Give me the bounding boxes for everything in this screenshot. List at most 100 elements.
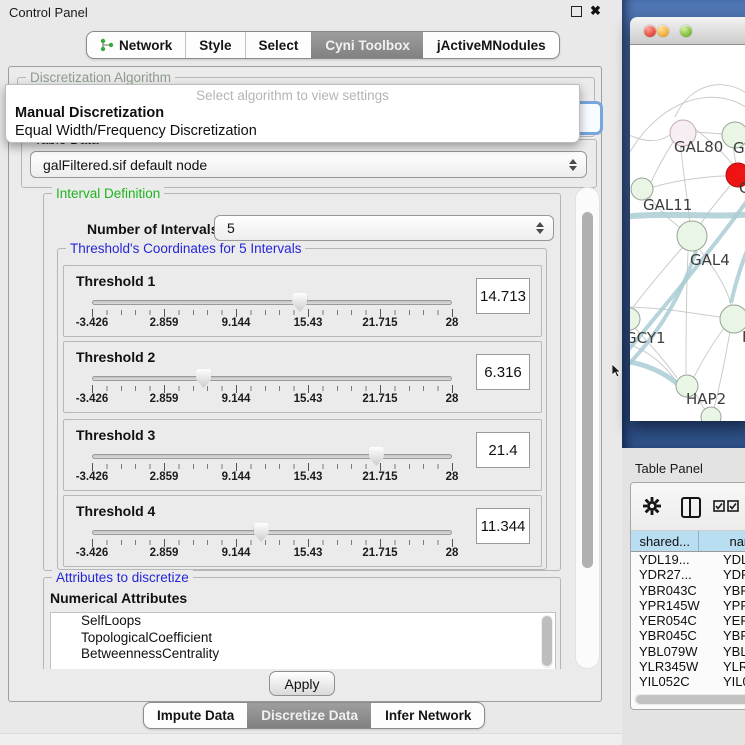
GAL4-node[interactable]: [677, 221, 707, 251]
apply-button[interactable]: Apply: [269, 671, 335, 696]
number-of-intervals-label: Number of Intervals: [87, 221, 218, 237]
settings-scroll-area: Interval Definition Number of Intervals …: [11, 187, 581, 669]
threshold-panel: Threshold 4 11.344 -3.4262.8599.14415.43…: [63, 495, 542, 567]
tab-label: Discretize Data: [261, 708, 358, 723]
node-label: GAL80: [674, 138, 723, 156]
node-label: GA: [733, 139, 745, 157]
panel-title: Control Panel: [9, 5, 88, 20]
settings-scrollbar[interactable]: [575, 187, 600, 669]
number-of-intervals-combobox[interactable]: 5: [214, 215, 554, 241]
table-data-value: galFiltered.sif default node: [43, 157, 207, 173]
threshold-slider[interactable]: [92, 454, 452, 459]
split-view-icon[interactable]: [681, 497, 701, 518]
numerical-attributes-list[interactable]: SelfLoopsTopologicalCoefficientBetweenne…: [50, 612, 556, 669]
gear-icon[interactable]: [643, 497, 661, 515]
table-data-combobox[interactable]: galFiltered.sif default node: [30, 151, 587, 178]
float-window-icon[interactable]: [571, 6, 582, 17]
column-header-name[interactable]: name: [699, 531, 745, 551]
attribute-list-item[interactable]: BetweennessCentrality: [51, 646, 555, 663]
threshold-panel: Threshold 1 14.713 -3.4262.8599.14415.43…: [63, 265, 542, 337]
table-panel-title: Table Panel: [635, 461, 703, 476]
numerical-attributes-label: Numerical Attributes: [50, 590, 187, 606]
threshold-value-field[interactable]: 11.344: [476, 508, 530, 544]
tick-label: 28: [446, 393, 459, 405]
threshold-label: Threshold 3: [76, 427, 155, 443]
table-row[interactable]: YDR27...YDR2: [631, 567, 745, 582]
threshold-slider[interactable]: [92, 376, 452, 381]
node-label: HAP2: [686, 390, 726, 408]
tab-label: Select: [259, 38, 299, 53]
network-canvas[interactable]: GAL80GACGAL11GAL4GCY1HHAP2: [630, 45, 745, 421]
threshold-panel: Threshold 3 21.4 -3.4262.8599.14415.4321…: [63, 419, 542, 491]
combo-arrows-icon: [569, 159, 577, 171]
network-window-titlebar[interactable]: [630, 17, 745, 45]
scrollbar-thumb[interactable]: [582, 212, 593, 568]
algorithm-dropdown-popup: Select algorithm to view settings Manual…: [5, 84, 580, 143]
table-horizontal-scrollbar[interactable]: [634, 694, 745, 705]
minimize-light-icon[interactable]: [657, 25, 669, 37]
threshold-slider[interactable]: [92, 300, 452, 305]
tab-jactivemnodules[interactable]: jActiveMNodules: [423, 32, 559, 58]
tick-label: 21.715: [362, 317, 397, 329]
threshold-value-field[interactable]: 6.316: [476, 354, 530, 390]
tick-label: -3.426: [76, 471, 109, 483]
table-row[interactable]: YIL052CYIL0: [631, 674, 745, 689]
top-tab-bar: Network Style Select Cyni ToolboxjActiveMNo…: [86, 31, 560, 59]
tab-discretize-data[interactable]: Discretize Data: [247, 703, 371, 728]
hscroll-thumb[interactable]: [636, 695, 745, 704]
table-row[interactable]: YBL079WYBL0: [631, 644, 745, 659]
algorithm-option-equal-width[interactable]: Equal Width/Frequency Discretization: [6, 122, 579, 140]
node-label: GAL11: [643, 196, 692, 214]
close-icon[interactable]: ✖: [590, 5, 601, 17]
column-header-shared-name[interactable]: shared...: [631, 531, 699, 551]
node-label: GCY1: [630, 329, 666, 347]
tab-style[interactable]: Style: [185, 32, 244, 58]
tick-label: 21.715: [362, 471, 397, 483]
mouse-cursor: [612, 364, 623, 378]
zoom-light-icon[interactable]: [680, 25, 692, 37]
tab-infer-network[interactable]: Infer Network: [371, 703, 484, 728]
thresholds-group: Threshold's Coordinates for 5 Intervals …: [57, 248, 547, 570]
checkbox-icon[interactable]: [727, 500, 739, 512]
threshold-slider[interactable]: [92, 530, 452, 535]
threshold-panel: Threshold 2 6.316 -3.4262.8599.14415.432…: [63, 341, 542, 413]
number-of-intervals-value: 5: [227, 220, 235, 236]
table-row[interactable]: YDL19...YDL1: [631, 552, 745, 567]
network-window[interactable]: GAL80GACGAL11GAL4GCY1HHAP2: [630, 17, 745, 421]
interval-definition-group: Interval Definition Number of Intervals …: [43, 193, 561, 571]
tab-select[interactable]: Select: [245, 32, 312, 58]
thresholds-group-label: Threshold's Coordinates for 5 Intervals: [66, 241, 305, 256]
tab-label: Impute Data: [157, 708, 234, 723]
checkbox-icon[interactable]: [713, 500, 725, 512]
table-toolbar: [631, 483, 745, 531]
app-screen: Control Panel ✖ Network Style Select Cyni T…: [0, 0, 745, 745]
table-row[interactable]: YBR043CYBR0: [631, 583, 745, 598]
table-row[interactable]: YLR345WYLR3: [631, 659, 745, 674]
tab-cyni-toolbox[interactable]: Cyni Toolbox: [311, 32, 423, 58]
tick-label: 21.715: [362, 547, 397, 559]
threshold-value-field[interactable]: 14.713: [476, 278, 530, 314]
tab-network[interactable]: Network: [87, 32, 185, 58]
table-row[interactable]: YBR045CYBR0: [631, 628, 745, 643]
threshold-label: Threshold 4: [76, 503, 155, 519]
tick-label: 28: [446, 317, 459, 329]
threshold-value-field[interactable]: 21.4: [476, 432, 530, 468]
attribute-list-item[interactable]: TopologicalCoefficient: [51, 630, 555, 647]
table-row[interactable]: YPR145WYPR1: [631, 598, 745, 613]
tick-label: 9.144: [222, 547, 251, 559]
close-light-icon[interactable]: [644, 25, 656, 37]
table-row[interactable]: YER054CYER0: [631, 613, 745, 628]
GCY1-node[interactable]: [630, 308, 640, 330]
tab-impute-data[interactable]: Impute Data: [144, 703, 247, 728]
attributes-group: Attributes to discretize Numerical Attri…: [43, 577, 561, 669]
algorithm-option-manual[interactable]: Manual Discretization: [6, 104, 579, 122]
tab-label: Style: [199, 38, 231, 53]
tick-label: 28: [446, 471, 459, 483]
tick-label: 2.859: [150, 547, 179, 559]
tick-label: 2.859: [150, 393, 179, 405]
attributes-scrollbar[interactable]: [541, 615, 553, 668]
slider-ticks: [92, 386, 453, 391]
tick-label: 2.859: [150, 317, 179, 329]
attribute-list-item[interactable]: SelfLoops: [51, 613, 555, 630]
tick-label: 9.144: [222, 317, 251, 329]
